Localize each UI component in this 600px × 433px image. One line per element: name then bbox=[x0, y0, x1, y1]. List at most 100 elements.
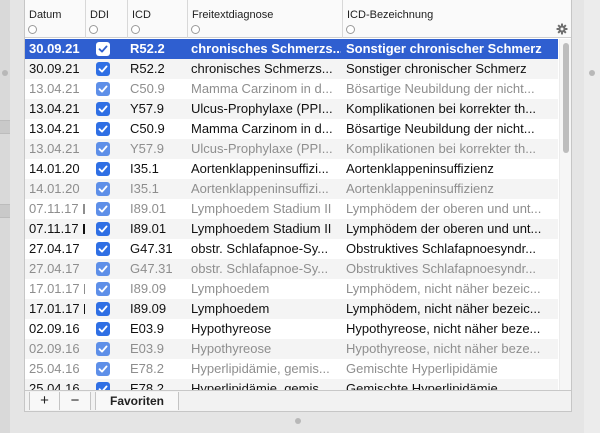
table-row[interactable]: 25.04.16 E78.2 Hyperlipidämie, gemis... Gem… bbox=[25, 359, 558, 379]
ddi-cell bbox=[88, 319, 126, 339]
ddi-checkbox[interactable] bbox=[96, 242, 110, 256]
ddi-cell bbox=[88, 139, 126, 159]
row-marker-icon bbox=[82, 224, 85, 234]
filter-radio-icon[interactable] bbox=[28, 25, 37, 34]
ddi-checkbox[interactable] bbox=[96, 82, 110, 96]
freitext-cell: Hypothyreose bbox=[191, 339, 341, 359]
ddi-checkbox[interactable] bbox=[96, 342, 110, 356]
checkmark-icon bbox=[98, 85, 108, 93]
icd-bezeichnung-cell: Lymphödem, nicht näher bezeic... bbox=[346, 279, 558, 299]
left-pane-tab[interactable] bbox=[0, 204, 10, 218]
left-pane-tab[interactable] bbox=[0, 120, 10, 134]
table-row[interactable]: 27.04.17 G47.31 obstr. Schlafapnoe-Sy... Ob… bbox=[25, 239, 558, 259]
icd-bezeichnung-cell: Hypothyreose, nicht näher beze... bbox=[346, 319, 558, 339]
table-row[interactable]: 13.04.21 C50.9 Mamma Carzinom in d... Bösar… bbox=[25, 119, 558, 139]
icd-bezeichnung-cell: Hypothyreose, nicht näher beze... bbox=[346, 339, 558, 359]
ddi-checkbox[interactable] bbox=[96, 62, 110, 76]
remove-diagnosis-button[interactable]: − bbox=[60, 392, 91, 410]
ddi-checkbox[interactable] bbox=[96, 182, 110, 196]
ddi-checkbox[interactable] bbox=[96, 362, 110, 376]
date-cell: 14.01.20 bbox=[29, 179, 85, 199]
icd-bezeichnung-cell-text: Lymphödem der oberen und unt... bbox=[346, 201, 542, 216]
ddi-checkbox[interactable] bbox=[96, 102, 110, 116]
icd-bezeichnung-cell: Sonstiger chronischer Schmerz bbox=[346, 59, 558, 79]
icd-bezeichnung-cell-text: Lymphödem, nicht näher bezeic... bbox=[346, 281, 541, 296]
icd-code-cell-text: G47.31 bbox=[130, 261, 173, 276]
ddi-checkbox[interactable] bbox=[96, 42, 110, 56]
table-row[interactable]: 17.01.17 I89.09 Lymphoedem Lymphödem, nicht… bbox=[25, 279, 558, 299]
ddi-checkbox[interactable] bbox=[96, 222, 110, 236]
date-cell: 27.04.17 bbox=[29, 239, 85, 259]
ddi-checkbox[interactable] bbox=[96, 282, 110, 296]
right-pane-edge bbox=[584, 0, 600, 433]
table-row[interactable]: 07.11.17 I89.01 Lymphoedem Stadium II Lymph… bbox=[25, 219, 558, 239]
icd-bezeichnung-cell-text: Sonstiger chronischer Schmerz bbox=[346, 41, 542, 56]
filter-radio-icon[interactable] bbox=[191, 25, 200, 34]
icd-bezeichnung-cell: Aortenklappeninsuffizienz bbox=[346, 159, 558, 179]
icd-code-cell: R52.2 bbox=[130, 59, 186, 79]
ddi-cell bbox=[88, 359, 126, 379]
freitext-cell: Lymphoedem bbox=[191, 279, 341, 299]
date-cell-text: 07.11.17 bbox=[29, 201, 79, 216]
row-marker-icon bbox=[83, 284, 85, 294]
gear-icon[interactable] bbox=[556, 23, 568, 35]
ddi-cell bbox=[88, 199, 126, 219]
favorites-button[interactable]: Favoriten bbox=[95, 392, 179, 410]
freitext-cell-text: obstr. Schlafapnoe-Sy... bbox=[191, 261, 329, 276]
ddi-checkbox[interactable] bbox=[96, 302, 110, 316]
table-row[interactable]: 14.01.20 I35.1 Aortenklappeninsuffizi... Ao… bbox=[25, 159, 558, 179]
icd-code-cell-text: C50.9 bbox=[130, 121, 165, 136]
icd-code-cell: E03.9 bbox=[130, 339, 186, 359]
table-row[interactable]: 07.11.17 I89.01 Lymphoedem Stadium II Lymph… bbox=[25, 199, 558, 219]
ddi-cell bbox=[88, 39, 126, 59]
icd-code-cell: G47.31 bbox=[130, 259, 186, 279]
column-header-ddi[interactable]: DDI bbox=[85, 0, 127, 38]
ddi-checkbox[interactable] bbox=[96, 162, 110, 176]
column-title: ICD bbox=[132, 9, 151, 21]
filter-radio-icon[interactable] bbox=[346, 25, 355, 34]
bottom-splitter-handle[interactable] bbox=[295, 418, 301, 424]
ddi-checkbox[interactable] bbox=[96, 142, 110, 156]
freitext-cell-text: Mamma Carzinom in d... bbox=[191, 121, 333, 136]
table-row[interactable]: 27.04.17 G47.31 obstr. Schlafapnoe-Sy... Ob… bbox=[25, 259, 558, 279]
ddi-checkbox[interactable] bbox=[96, 322, 110, 336]
vertical-scrollbar[interactable] bbox=[559, 39, 571, 390]
ddi-cell bbox=[88, 219, 126, 239]
date-cell: 13.04.21 bbox=[29, 79, 85, 99]
table-row[interactable]: 13.04.21 C50.9 Mamma Carzinom in d... Bösar… bbox=[25, 79, 558, 99]
checkmark-icon bbox=[98, 105, 108, 113]
ddi-checkbox[interactable] bbox=[96, 202, 110, 216]
table-row[interactable]: 13.04.21 Y57.9 Ulcus-Prophylaxe (PPI... Kom… bbox=[25, 139, 558, 159]
date-cell: 07.11.17 bbox=[29, 199, 85, 219]
icd-bezeichnung-cell-text: Komplikationen bei korrekter th... bbox=[346, 141, 537, 156]
scrollbar-thumb[interactable] bbox=[563, 43, 569, 153]
icd-code-cell-text: I89.09 bbox=[130, 301, 167, 316]
column-header-freitextdiagnose[interactable]: Freitextdiagnose bbox=[187, 0, 342, 38]
column-header-icd[interactable]: ICD bbox=[127, 0, 187, 38]
table-row[interactable]: 14.01.20 I35.1 Aortenklappeninsuffizi... Ao… bbox=[25, 179, 558, 199]
icd-code-cell-text: I35.1 bbox=[130, 181, 159, 196]
date-cell-text: 07.11.17 bbox=[29, 221, 79, 236]
filter-radio-icon[interactable] bbox=[131, 25, 140, 34]
column-header-datum[interactable]: Datum bbox=[25, 0, 85, 38]
table-row[interactable]: 30.09.21 R52.2 chronisches Schmerzs... Sons… bbox=[25, 59, 558, 79]
freitext-cell: Mamma Carzinom in d... bbox=[191, 79, 341, 99]
freitext-cell: Mamma Carzinom in d... bbox=[191, 119, 341, 139]
table-row[interactable]: 02.09.16 E03.9 Hypothyreose Hypothyreose, n… bbox=[25, 339, 558, 359]
ddi-checkbox[interactable] bbox=[96, 262, 110, 276]
icd-code-cell: I89.09 bbox=[130, 299, 186, 319]
icd-bezeichnung-cell-text: Gemischte Hyperlipidämie bbox=[346, 361, 498, 376]
table-row[interactable]: 30.09.21 R52.2 chronisches Schmerzs... Sons… bbox=[25, 39, 558, 59]
column-header-icd-bezeichnung[interactable]: ICD-Bezeichnung bbox=[342, 0, 554, 38]
ddi-checkbox[interactable] bbox=[96, 122, 110, 136]
table-row[interactable]: 17.01.17 I89.09 Lymphoedem Lymphödem, nicht… bbox=[25, 299, 558, 319]
freitext-cell: chronisches Schmerzs... bbox=[191, 59, 341, 79]
icd-bezeichnung-cell: Aortenklappeninsuffizienz bbox=[346, 179, 558, 199]
filter-radio-icon[interactable] bbox=[89, 25, 98, 34]
icd-bezeichnung-cell-text: Lymphödem der oberen und unt... bbox=[346, 221, 542, 236]
freitext-cell: obstr. Schlafapnoe-Sy... bbox=[191, 239, 341, 259]
date-cell-text: 17.01.17 bbox=[29, 301, 80, 316]
table-row[interactable]: 13.04.21 Y57.9 Ulcus-Prophylaxe (PPI... Kom… bbox=[25, 99, 558, 119]
add-diagnosis-button[interactable]: + bbox=[29, 392, 60, 410]
table-row[interactable]: 02.09.16 E03.9 Hypothyreose Hypothyreose, n… bbox=[25, 319, 558, 339]
